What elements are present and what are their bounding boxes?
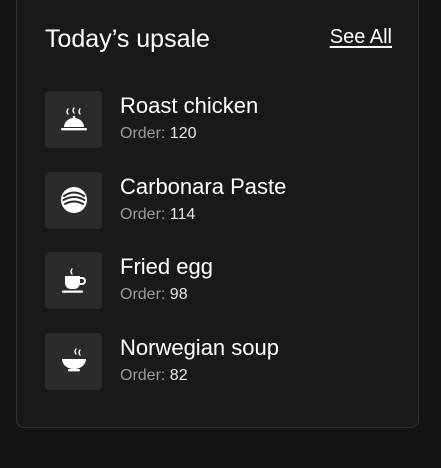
cloche-icon	[60, 106, 87, 130]
order-info: Order: 114	[120, 205, 195, 225]
order-label: Order:	[120, 286, 166, 303]
order-label: Order:	[120, 125, 166, 142]
dish-thumbnail	[45, 252, 102, 309]
coffee-cup-icon	[61, 267, 86, 293]
upsale-header: Today’s upsale See All	[45, 24, 393, 56]
order-count: 114	[169, 205, 196, 223]
dish-thumbnail	[45, 171, 102, 229]
dish-name: Norwegian soup	[120, 334, 279, 360]
dish-name: Roast chicken	[120, 93, 259, 118]
soup-bowl-icon	[61, 348, 86, 372]
dish-thumbnail	[45, 332, 102, 390]
order-count: 120	[169, 125, 197, 142]
upsale-list: Roast chicken Order: 120 Carbonara Paste…	[45, 91, 405, 413]
order-info: Order: 82	[120, 366, 188, 386]
see-all-link[interactable]: See All	[330, 25, 392, 49]
list-item[interactable]: Fried egg Order: 98	[45, 252, 405, 309]
dish-name: Fried egg	[120, 254, 213, 279]
dish-name: Carbonara Paste	[120, 173, 287, 199]
list-item[interactable]: Carbonara Paste Order: 114	[45, 171, 405, 229]
order-info: Order: 120	[120, 124, 197, 144]
list-item[interactable]: Roast chicken Order: 120	[45, 91, 405, 148]
section-title: Today’s upsale	[45, 25, 210, 53]
order-info: Order: 98	[120, 285, 188, 305]
order-count: 98	[169, 286, 188, 303]
noodle-bowl-icon	[60, 187, 87, 213]
order-label: Order:	[120, 205, 166, 223]
order-count: 82	[169, 366, 188, 384]
list-item[interactable]: Norwegian soup Order: 82	[45, 332, 405, 390]
order-label: Order:	[120, 366, 166, 384]
dish-thumbnail	[45, 91, 102, 148]
